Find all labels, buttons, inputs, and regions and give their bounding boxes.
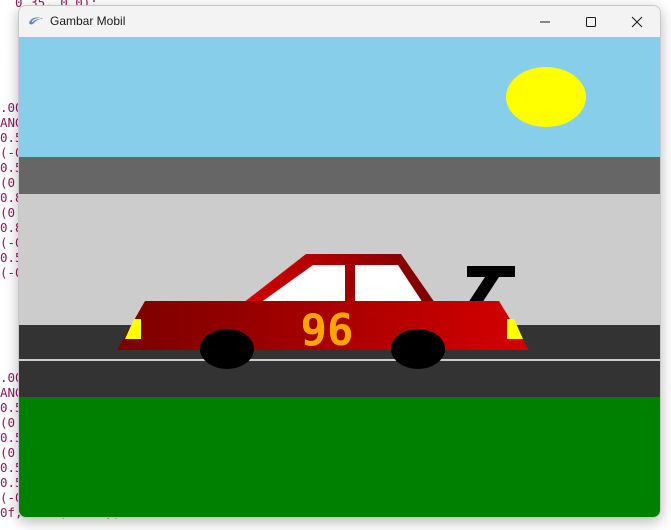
rear-wheel: [391, 329, 445, 369]
sun: [506, 67, 586, 127]
maximize-icon: [586, 16, 596, 27]
close-button[interactable]: [614, 6, 660, 37]
minimize-icon: [540, 21, 550, 22]
app-window: Gambar Mobil 96: [18, 5, 661, 518]
window-title: Gambar Mobil: [50, 14, 126, 28]
close-icon: [631, 16, 643, 27]
car-number: 96: [301, 305, 354, 356]
minimize-button[interactable]: [522, 6, 568, 37]
app-icon: [29, 17, 43, 25]
title-bar[interactable]: Gambar Mobil: [19, 6, 660, 37]
wall: [19, 157, 660, 194]
scene: 96: [19, 37, 660, 517]
grass: [19, 397, 660, 517]
render-canvas[interactable]: 96: [19, 37, 660, 517]
maximize-button[interactable]: [568, 6, 614, 37]
front-wheel: [200, 329, 254, 369]
